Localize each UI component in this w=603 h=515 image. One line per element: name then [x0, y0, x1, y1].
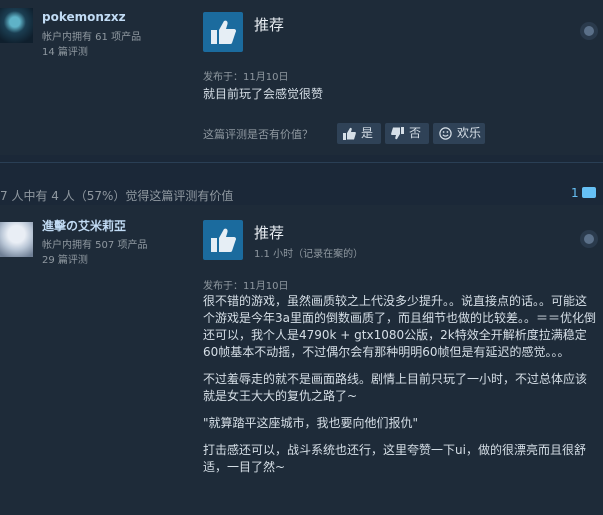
review-count[interactable]: 29 篇评测	[42, 251, 88, 266]
avatar[interactable]	[0, 8, 33, 43]
avatar[interactable]	[0, 222, 33, 257]
review-count[interactable]: 14 篇评测	[42, 43, 88, 58]
helpful-summary: 7 人中有 4 人（57%）觉得这篇评测有价值	[0, 189, 234, 203]
posted-date: 发布于：11月10日	[203, 281, 289, 292]
thumbs-up-icon	[203, 12, 243, 52]
review-paragraph: 不过羞辱走的就不是画面路线。剧情上目前只玩了一小时，不过总体应该就是女王大大的复…	[203, 372, 588, 403]
thumbs-down-icon	[391, 127, 404, 140]
review-verdict[interactable]: 推荐	[254, 14, 284, 35]
vote-no-button[interactable]: 否	[385, 123, 429, 144]
vote-question: 这篇评测是否有价值？	[203, 128, 313, 141]
username[interactable]: 進擊の艾米莉亞	[42, 217, 126, 234]
review-paragraph: 很不错的游戏，虽然画质较之上代没多少提升。。说直接点的话。。可能这个游戏是今年3…	[203, 294, 596, 359]
posted-date: 发布于：11月10日	[203, 72, 289, 83]
thumbs-up-glyph	[211, 228, 236, 252]
vote-funny-label: 欢乐	[457, 126, 482, 140]
review-text: 很不错的游戏，虽然画质较之上代没多少提升。。说直接点的话。。可能这个游戏是今年3…	[203, 293, 598, 486]
review-text: 就目前玩了会感觉很赞	[203, 86, 598, 113]
steam-icon	[580, 22, 598, 40]
vote-no-label: 否	[409, 126, 422, 140]
thumbs-up-glyph	[211, 20, 236, 44]
products-owned[interactable]: 帐户内拥有 507 项产品	[42, 236, 147, 251]
divider	[0, 162, 603, 163]
thumbs-up-icon	[203, 220, 243, 260]
review-paragraph: 打击感还可以，战斗系统也还行，这里夸赞一下ui，做的很漂亮而且很舒适，一目了然~	[203, 443, 586, 474]
review-paragraph: 就目前玩了会感觉很赞	[203, 87, 324, 101]
review-card: pokemonzxz 帐户内拥有 61 项产品 14 篇评测 推荐 发布于：11…	[0, 0, 603, 155]
comment-count[interactable]: 1	[571, 186, 579, 200]
products-owned[interactable]: 帐户内拥有 61 项产品	[42, 28, 141, 43]
vote-yes-label: 是	[361, 126, 374, 140]
review-paragraph: "就算踏平这座城市，我也要向他们报仇"	[203, 416, 419, 430]
playtime-hours: 1.1 小时（记录在案的）	[254, 249, 364, 260]
steam-icon	[580, 230, 598, 248]
vote-yes-button[interactable]: 是	[337, 123, 381, 144]
username[interactable]: pokemonzxz	[42, 10, 126, 24]
vote-funny-button[interactable]: 欢乐	[433, 123, 485, 144]
comment-icon[interactable]	[582, 187, 596, 198]
review-verdict[interactable]: 推荐	[254, 222, 284, 243]
thumbs-up-icon	[343, 127, 356, 140]
review-card: 進擊の艾米莉亞 帐户内拥有 507 项产品 29 篇评测 推荐 1.1 小时（记…	[0, 205, 603, 515]
smiley-icon	[439, 127, 452, 140]
